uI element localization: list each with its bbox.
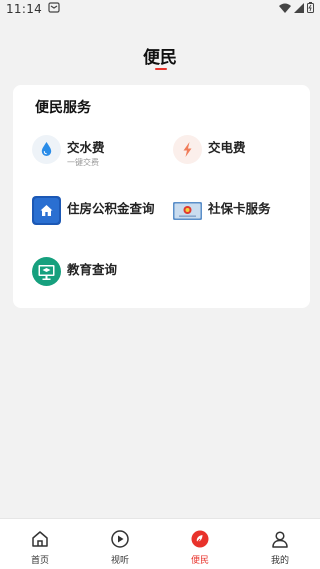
notification-icon <box>48 2 60 16</box>
services-card: 便民服务 交水费 一键交费 交电费 住房公积金查询 社保卡服务 教育查询 <box>13 85 310 308</box>
service-education-query[interactable]: 教育查询 <box>32 257 117 286</box>
tab-label: 视听 <box>110 556 129 566</box>
user-icon <box>269 528 291 550</box>
service-electricity-bill[interactable]: 交电费 <box>173 135 246 164</box>
convenience-icon <box>189 528 211 550</box>
wifi-icon <box>279 2 291 16</box>
service-subtitle: 一键交费 <box>67 158 99 167</box>
tab-label: 便民 <box>190 556 209 566</box>
status-icons <box>279 2 314 16</box>
signal-icon <box>294 2 304 16</box>
tab-label: 我的 <box>270 556 289 566</box>
tab-audio-video[interactable]: 视听 <box>80 519 160 569</box>
play-icon <box>109 528 131 550</box>
tab-profile[interactable]: 我的 <box>240 519 320 569</box>
service-name: 教育查询 <box>67 262 118 277</box>
title-underline <box>155 68 167 70</box>
status-bar: 11:14 <box>0 0 320 18</box>
service-name: 社保卡服务 <box>208 201 271 216</box>
service-name: 交水费 <box>67 140 105 155</box>
tab-home[interactable]: 首页 <box>0 519 80 569</box>
education-monitor-icon <box>32 257 61 286</box>
bottom-tab-bar: 首页 视听 便民 我的 <box>0 518 320 569</box>
service-name: 交电费 <box>208 140 246 155</box>
status-time: 11:14 <box>6 2 43 16</box>
service-housing-fund[interactable]: 住房公积金查询 <box>32 196 155 225</box>
service-name: 住房公积金查询 <box>67 201 155 216</box>
lightning-icon <box>173 135 202 164</box>
service-social-security-card[interactable]: 社保卡服务 <box>173 196 271 225</box>
service-water-bill[interactable]: 交水费 一键交费 <box>32 135 105 168</box>
tab-label: 首页 <box>30 556 49 566</box>
battery-icon <box>307 2 314 16</box>
house-icon <box>32 196 61 225</box>
social-security-card-icon <box>173 196 202 225</box>
home-icon <box>29 528 51 550</box>
tab-convenience[interactable]: 便民 <box>160 519 240 569</box>
section-title: 便民服务 <box>35 100 91 116</box>
page-title: 便民 <box>143 48 177 68</box>
water-drop-icon <box>32 135 61 164</box>
